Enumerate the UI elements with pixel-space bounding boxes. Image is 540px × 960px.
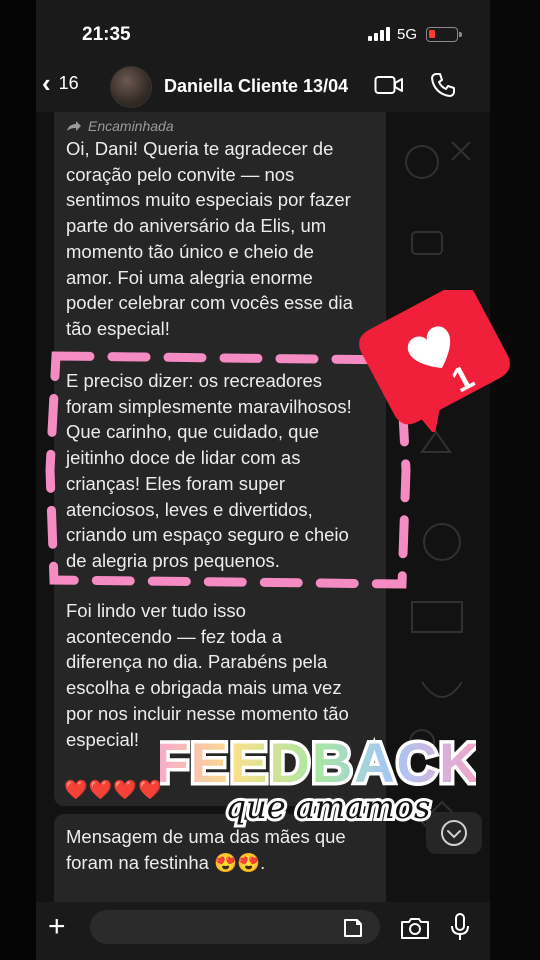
signal-icon	[368, 27, 392, 41]
unread-count: 16	[58, 72, 79, 93]
forwarded-text: Encaminhada	[88, 118, 174, 134]
chevron-left-icon: ‹	[42, 68, 51, 98]
message-paragraph: Oi, Dani! Queria te agradecer de coração…	[66, 138, 353, 339]
video-camera-icon[interactable]	[374, 74, 404, 96]
microphone-icon[interactable]	[450, 912, 470, 942]
phone-icon[interactable]	[430, 72, 456, 98]
left-frame-edge	[0, 0, 36, 960]
avatar[interactable]	[110, 66, 152, 108]
caption-text: Mensagem de uma das mães que foram na fe…	[66, 826, 346, 873]
plus-icon[interactable]: +	[48, 912, 66, 942]
sticker-subtitle: que amamos	[226, 788, 431, 826]
feedback-sticker: FEEDBACK que amamos	[160, 728, 476, 830]
back-button[interactable]: ‹ 16	[42, 70, 79, 96]
sticker-icon[interactable]	[342, 917, 364, 939]
network-label: 5G	[397, 26, 418, 43]
battery-icon	[426, 27, 462, 42]
chat-header: ‹ 16 Daniella Cliente 13/04	[36, 60, 490, 112]
input-bar: +	[36, 902, 490, 960]
hearts-emoji: ❤️❤️❤️❤️	[64, 780, 163, 801]
like-notification-badge: 1	[359, 290, 510, 432]
status-time: 21:35	[82, 24, 131, 45]
status-bar: 21:35 5G	[36, 0, 490, 60]
message-input[interactable]	[90, 910, 380, 944]
forwarded-label: Encaminhada	[66, 118, 174, 134]
sticker-title: FEEDBACK	[160, 731, 476, 794]
right-frame-edge	[490, 0, 540, 960]
camera-icon[interactable]	[400, 916, 430, 940]
contact-name[interactable]: Daniella Cliente 13/04	[164, 76, 348, 97]
forward-arrow-icon	[67, 121, 81, 131]
